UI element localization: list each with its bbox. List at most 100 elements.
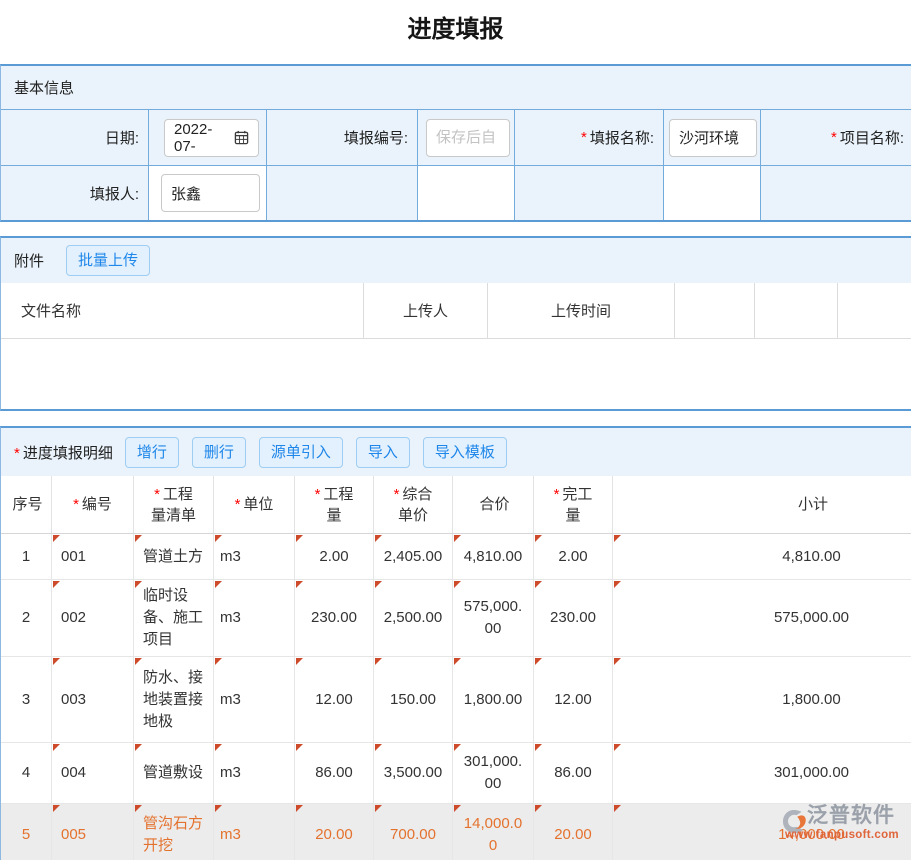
cell-qty[interactable]: 86.00: [295, 743, 374, 804]
cell-qty[interactable]: 12.00: [295, 657, 374, 743]
col-seq: 序号: [1, 476, 52, 533]
cell-unit[interactable]: m3: [214, 657, 295, 743]
report-name-cell: [664, 110, 761, 166]
cell-subtotal[interactable]: 575,000.00: [613, 580, 911, 657]
import-button[interactable]: 导入: [356, 437, 410, 468]
cell-qty[interactable]: 230.00: [295, 580, 374, 657]
required-mark: *: [14, 445, 20, 462]
cell-seq: 3: [1, 657, 52, 743]
cell-seq: 5: [1, 804, 52, 860]
basic-info-section: 基本信息 日期: 2022-07-: [0, 64, 911, 222]
cell-flag-icon: [53, 581, 60, 588]
cell-code[interactable]: 004: [52, 743, 134, 804]
cell-item[interactable]: 管道土方: [134, 534, 214, 580]
col-unit: *单位: [214, 476, 295, 533]
cell-price[interactable]: 2,405.00: [374, 534, 453, 580]
cell-price[interactable]: 3,500.00: [374, 743, 453, 804]
cell-flag-icon: [375, 744, 382, 751]
cell-price[interactable]: 150.00: [374, 657, 453, 743]
cell-unit[interactable]: m3: [214, 580, 295, 657]
report-no-label: 填报编号:: [344, 127, 408, 148]
reporter-label-cell: 填报人:: [1, 166, 149, 220]
cell-subtotal[interactable]: 301,000.00: [613, 743, 911, 804]
cell-flag-icon: [375, 658, 382, 665]
add-row-button[interactable]: 增行: [125, 437, 179, 468]
cell-code[interactable]: 003: [52, 657, 134, 743]
cell-price[interactable]: 700.00: [374, 804, 453, 860]
cell-done[interactable]: 230.00: [534, 580, 613, 657]
col-code: *编号: [52, 476, 134, 533]
cell-item[interactable]: 临时设备、施工项目: [134, 580, 214, 657]
import-template-button[interactable]: 导入模板: [423, 437, 507, 468]
cell-flag-icon: [614, 805, 621, 812]
date-label: 日期:: [105, 127, 139, 148]
cell-flag-icon: [53, 658, 60, 665]
report-no-input[interactable]: [426, 119, 510, 157]
cell-item[interactable]: 管道敷设: [134, 743, 214, 804]
cell-amount[interactable]: 301,000.00: [453, 743, 534, 804]
cell-flag-icon: [215, 535, 222, 542]
col-item: *工程量清单: [134, 476, 214, 533]
table-row: 1 001 管道土方 m3 2.00 2,405.00 4,810.00 2.0…: [1, 534, 911, 580]
delete-row-button[interactable]: 删行: [192, 437, 246, 468]
cell-subtotal[interactable]: 4,810.00: [613, 534, 911, 580]
report-name-input[interactable]: [669, 119, 757, 157]
cell-code[interactable]: 001: [52, 534, 134, 580]
attach-col-uploadtime: 上传时间: [488, 283, 675, 338]
cell-code[interactable]: 002: [52, 580, 134, 657]
col-qty: *工程量: [295, 476, 374, 533]
attachment-title: 附件: [14, 250, 44, 271]
cell-flag-icon: [53, 805, 60, 812]
cell-done[interactable]: 20.00: [534, 804, 613, 860]
cell-subtotal[interactable]: 1,800.00: [613, 657, 911, 743]
table-row: 3 003 防水、接地装置接地极 m3 12.00 150.00 1,800.0…: [1, 657, 911, 743]
date-input[interactable]: 2022-07-: [164, 119, 259, 157]
cell-code[interactable]: 005: [52, 804, 134, 860]
cell-subtotal[interactable]: 14,000.00: [613, 804, 911, 860]
cell-flag-icon: [454, 581, 461, 588]
batch-upload-button[interactable]: 批量上传: [66, 245, 150, 276]
source-import-button[interactable]: 源单引入: [259, 437, 343, 468]
cell-flag-icon: [535, 535, 542, 542]
date-label-cell: 日期:: [1, 110, 149, 166]
cell-flag-icon: [454, 658, 461, 665]
detail-section: *进度填报明细 增行 删行 源单引入 导入 导入模板 序号 *编号 *工程量清单…: [0, 426, 911, 860]
date-cell: 2022-07-: [149, 110, 267, 166]
cell-amount[interactable]: 4,810.00: [453, 534, 534, 580]
empty-cell: [515, 166, 664, 220]
cell-flag-icon: [454, 805, 461, 812]
cell-amount[interactable]: 575,000.00: [453, 580, 534, 657]
calendar-icon: [234, 130, 249, 145]
cell-item[interactable]: 管沟石方开挖: [134, 804, 214, 860]
cell-flag-icon: [215, 581, 222, 588]
cell-flag-icon: [53, 535, 60, 542]
attachment-header: 附件 批量上传: [1, 238, 911, 283]
col-price: *综合单价: [374, 476, 453, 533]
report-name-label: 填报名称:: [590, 127, 654, 148]
cell-flag-icon: [215, 658, 222, 665]
project-name-label-cell: * 项目名称:: [761, 110, 911, 166]
cell-amount[interactable]: 1,800.00: [453, 657, 534, 743]
attach-col-filename: 文件名称: [1, 283, 364, 338]
reporter-input[interactable]: [161, 174, 260, 212]
cell-qty[interactable]: 20.00: [295, 804, 374, 860]
cell-qty[interactable]: 2.00: [295, 534, 374, 580]
cell-seq: 1: [1, 534, 52, 580]
cell-unit[interactable]: m3: [214, 743, 295, 804]
cell-done[interactable]: 12.00: [534, 657, 613, 743]
cell-done[interactable]: 86.00: [534, 743, 613, 804]
detail-toolbar: *进度填报明细 增行 删行 源单引入 导入 导入模板: [1, 428, 911, 476]
cell-unit[interactable]: m3: [214, 804, 295, 860]
cell-item[interactable]: 防水、接地装置接地极: [134, 657, 214, 743]
cell-flag-icon: [535, 581, 542, 588]
cell-unit[interactable]: m3: [214, 534, 295, 580]
attach-col-empty: [838, 283, 911, 338]
cell-done[interactable]: 2.00: [534, 534, 613, 580]
attachment-table-header: 文件名称 上传人 上传时间: [1, 283, 911, 339]
cell-price[interactable]: 2,500.00: [374, 580, 453, 657]
attachment-section: 附件 批量上传 文件名称 上传人 上传时间: [0, 236, 911, 411]
cell-amount[interactable]: 14,000.00: [453, 804, 534, 860]
cell-flag-icon: [296, 581, 303, 588]
basic-info-grid: 日期: 2022-07- 填报编号:: [1, 110, 911, 220]
table-row-selected: 5 005 管沟石方开挖 m3 20.00 700.00 14,000.00 2…: [1, 804, 911, 860]
